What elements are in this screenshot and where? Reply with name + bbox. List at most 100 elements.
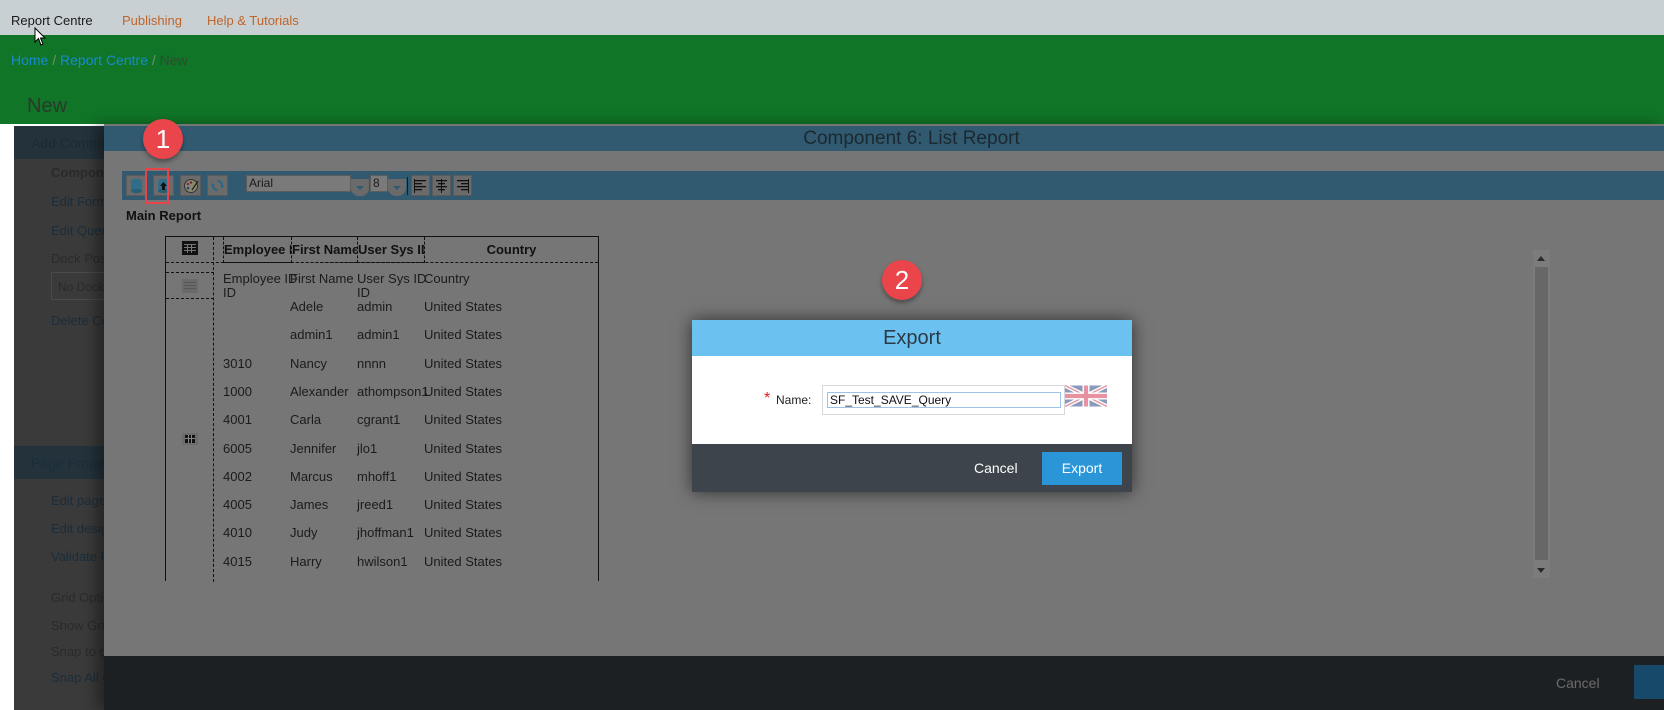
component-modal-footer: Cancel — [104, 656, 1664, 710]
sidebar-item-component[interactable]: Component — [51, 165, 104, 180]
table-icon — [182, 279, 198, 293]
table-cell: United States — [424, 497, 503, 513]
palette-button[interactable] — [180, 175, 201, 196]
report-toolbar: Arial 8 — [122, 171, 1664, 200]
chevron-down-icon — [393, 185, 401, 190]
sidebar-item-validate-page[interactable]: Validate Page — [51, 549, 104, 564]
table-cell: jhoffman1 — [357, 525, 414, 541]
export-cancel-button[interactable]: Cancel — [974, 460, 1018, 476]
component-modal-titlebar: Component 6: List Report — [104, 126, 1664, 151]
scroll-down-icon[interactable] — [1537, 568, 1545, 573]
sidebar-item-snap-all[interactable]: Snap All Components — [51, 670, 104, 685]
table-cell: Judy — [290, 525, 318, 541]
table-cell: jlo1 — [357, 440, 378, 456]
table-cell: cgrant1 — [357, 412, 401, 428]
table-cell: Nancy — [290, 355, 327, 371]
refresh-button[interactable] — [207, 175, 228, 196]
scroll-up-icon[interactable] — [1537, 256, 1545, 261]
breadcrumb-home[interactable]: Home — [11, 52, 48, 68]
align-center-icon — [436, 178, 447, 193]
label-cell: Country — [424, 271, 470, 286]
report-grid: Employee ID First Name User Sys ID Count… — [165, 236, 599, 582]
nav-report-centre[interactable]: Report Centre — [11, 13, 93, 28]
table-cell: Marcus — [290, 468, 333, 484]
uk-flag-icon[interactable] — [1065, 385, 1107, 407]
font-size-select[interactable]: 8 — [370, 175, 388, 192]
nav-help-tutorials[interactable]: Help & Tutorials — [207, 13, 299, 28]
breadcrumb-separator: / — [151, 52, 156, 68]
table-cell: United States — [424, 383, 503, 399]
table-cell: United States — [424, 553, 503, 569]
table-cell: 1000 — [223, 383, 252, 399]
header-user-sys-id[interactable]: User Sys ID — [357, 237, 425, 263]
name-input[interactable] — [827, 392, 1061, 408]
breadcrumb-separator: / — [52, 52, 57, 68]
sidebar: Add Component Component Edit Format Edit… — [14, 126, 104, 710]
label-band-handle[interactable] — [166, 272, 214, 299]
export-dialog-footer: Cancel Export — [692, 444, 1132, 492]
table-cell: United States — [424, 525, 503, 541]
table-cell: admin — [357, 299, 393, 314]
font-family-select[interactable]: Arial — [246, 175, 351, 192]
table-cell: Jennifer — [290, 440, 337, 456]
sidebar-item-edit-format[interactable]: Edit Format — [51, 194, 104, 209]
align-right-button[interactable] — [453, 175, 472, 196]
step1-highlight-box — [145, 168, 169, 204]
label-employee-id: Employee ID — [223, 271, 298, 286]
component-cancel-button[interactable]: Cancel — [1556, 675, 1600, 691]
export-confirm-button[interactable]: Export — [1042, 452, 1122, 485]
table-icon — [182, 241, 198, 260]
table-cell: 4001 — [223, 412, 252, 428]
database-icon — [131, 178, 142, 193]
table-cell: Harry — [290, 553, 322, 569]
align-center-button[interactable] — [432, 175, 451, 196]
header-country[interactable]: Country — [425, 237, 598, 263]
table-cell: 4002 — [223, 468, 252, 484]
step-badge-2: 2 — [882, 260, 922, 300]
label-employee-id-cont: ID — [223, 285, 236, 300]
report-vertical-scrollbar[interactable] — [1533, 250, 1550, 578]
database-button[interactable] — [126, 175, 147, 196]
sidebar-item-edit-design[interactable]: Edit design — [51, 521, 104, 536]
nav-publishing[interactable]: Publishing — [122, 13, 182, 28]
align-left-icon — [414, 178, 426, 193]
align-left-button[interactable] — [411, 175, 430, 196]
sidebar-item-edit-page[interactable]: Edit page — [51, 493, 104, 508]
table-cell: 4015 — [223, 553, 252, 569]
table-cell: United States — [424, 327, 503, 343]
refresh-icon — [210, 179, 225, 192]
table-cell: 4010 — [223, 525, 252, 541]
font-family-dropdown[interactable] — [351, 179, 369, 196]
table-cell: admin1 — [290, 327, 333, 343]
dock-position-select[interactable]: No Docking — [51, 272, 104, 300]
sidebar-item-snap-to-grid[interactable]: Snap to grid — [51, 644, 104, 659]
breadcrumb: Home / Report Centre / New — [11, 52, 188, 68]
sidebar-item-edit-query[interactable]: Edit Query — [51, 223, 104, 238]
label-cell: First Name — [290, 271, 354, 286]
palette-icon — [183, 178, 199, 193]
component-ok-button[interactable] — [1634, 665, 1664, 699]
sidebar-item-delete-component[interactable]: Delete Component — [51, 313, 104, 328]
table-cell: James — [290, 497, 329, 513]
sidebar-item-show-grid[interactable]: Show Grid — [51, 618, 104, 633]
table-cell: admin1 — [357, 327, 400, 343]
table-cell: athompson1 — [357, 383, 429, 399]
step-badge-1: 1 — [143, 119, 183, 159]
header-first-name[interactable]: First Name — [291, 237, 357, 263]
detail-band-table-icon[interactable] — [182, 433, 198, 445]
table-cell: nnnn — [357, 355, 386, 371]
scroll-thumb[interactable] — [1535, 267, 1548, 560]
header-employee-id[interactable]: Employee ID — [223, 237, 291, 263]
font-size-dropdown[interactable] — [388, 179, 406, 196]
sidebar-section-page-properties[interactable]: Page Properties — [14, 446, 104, 479]
label-cell: User Sys ID — [357, 271, 427, 286]
required-marker: * — [764, 390, 771, 407]
table-cell: United States — [424, 355, 503, 371]
breadcrumb-report-centre[interactable]: Report Centre — [60, 52, 148, 68]
table-cell: jreed1 — [357, 497, 394, 513]
sidebar-item-dock-position: Dock Position — [51, 251, 104, 266]
sidebar-section-add-component[interactable]: Add Component — [14, 126, 104, 159]
align-right-icon — [457, 178, 469, 193]
table-cell: 4005 — [223, 497, 252, 513]
table-cell: hwilson1 — [357, 553, 408, 569]
